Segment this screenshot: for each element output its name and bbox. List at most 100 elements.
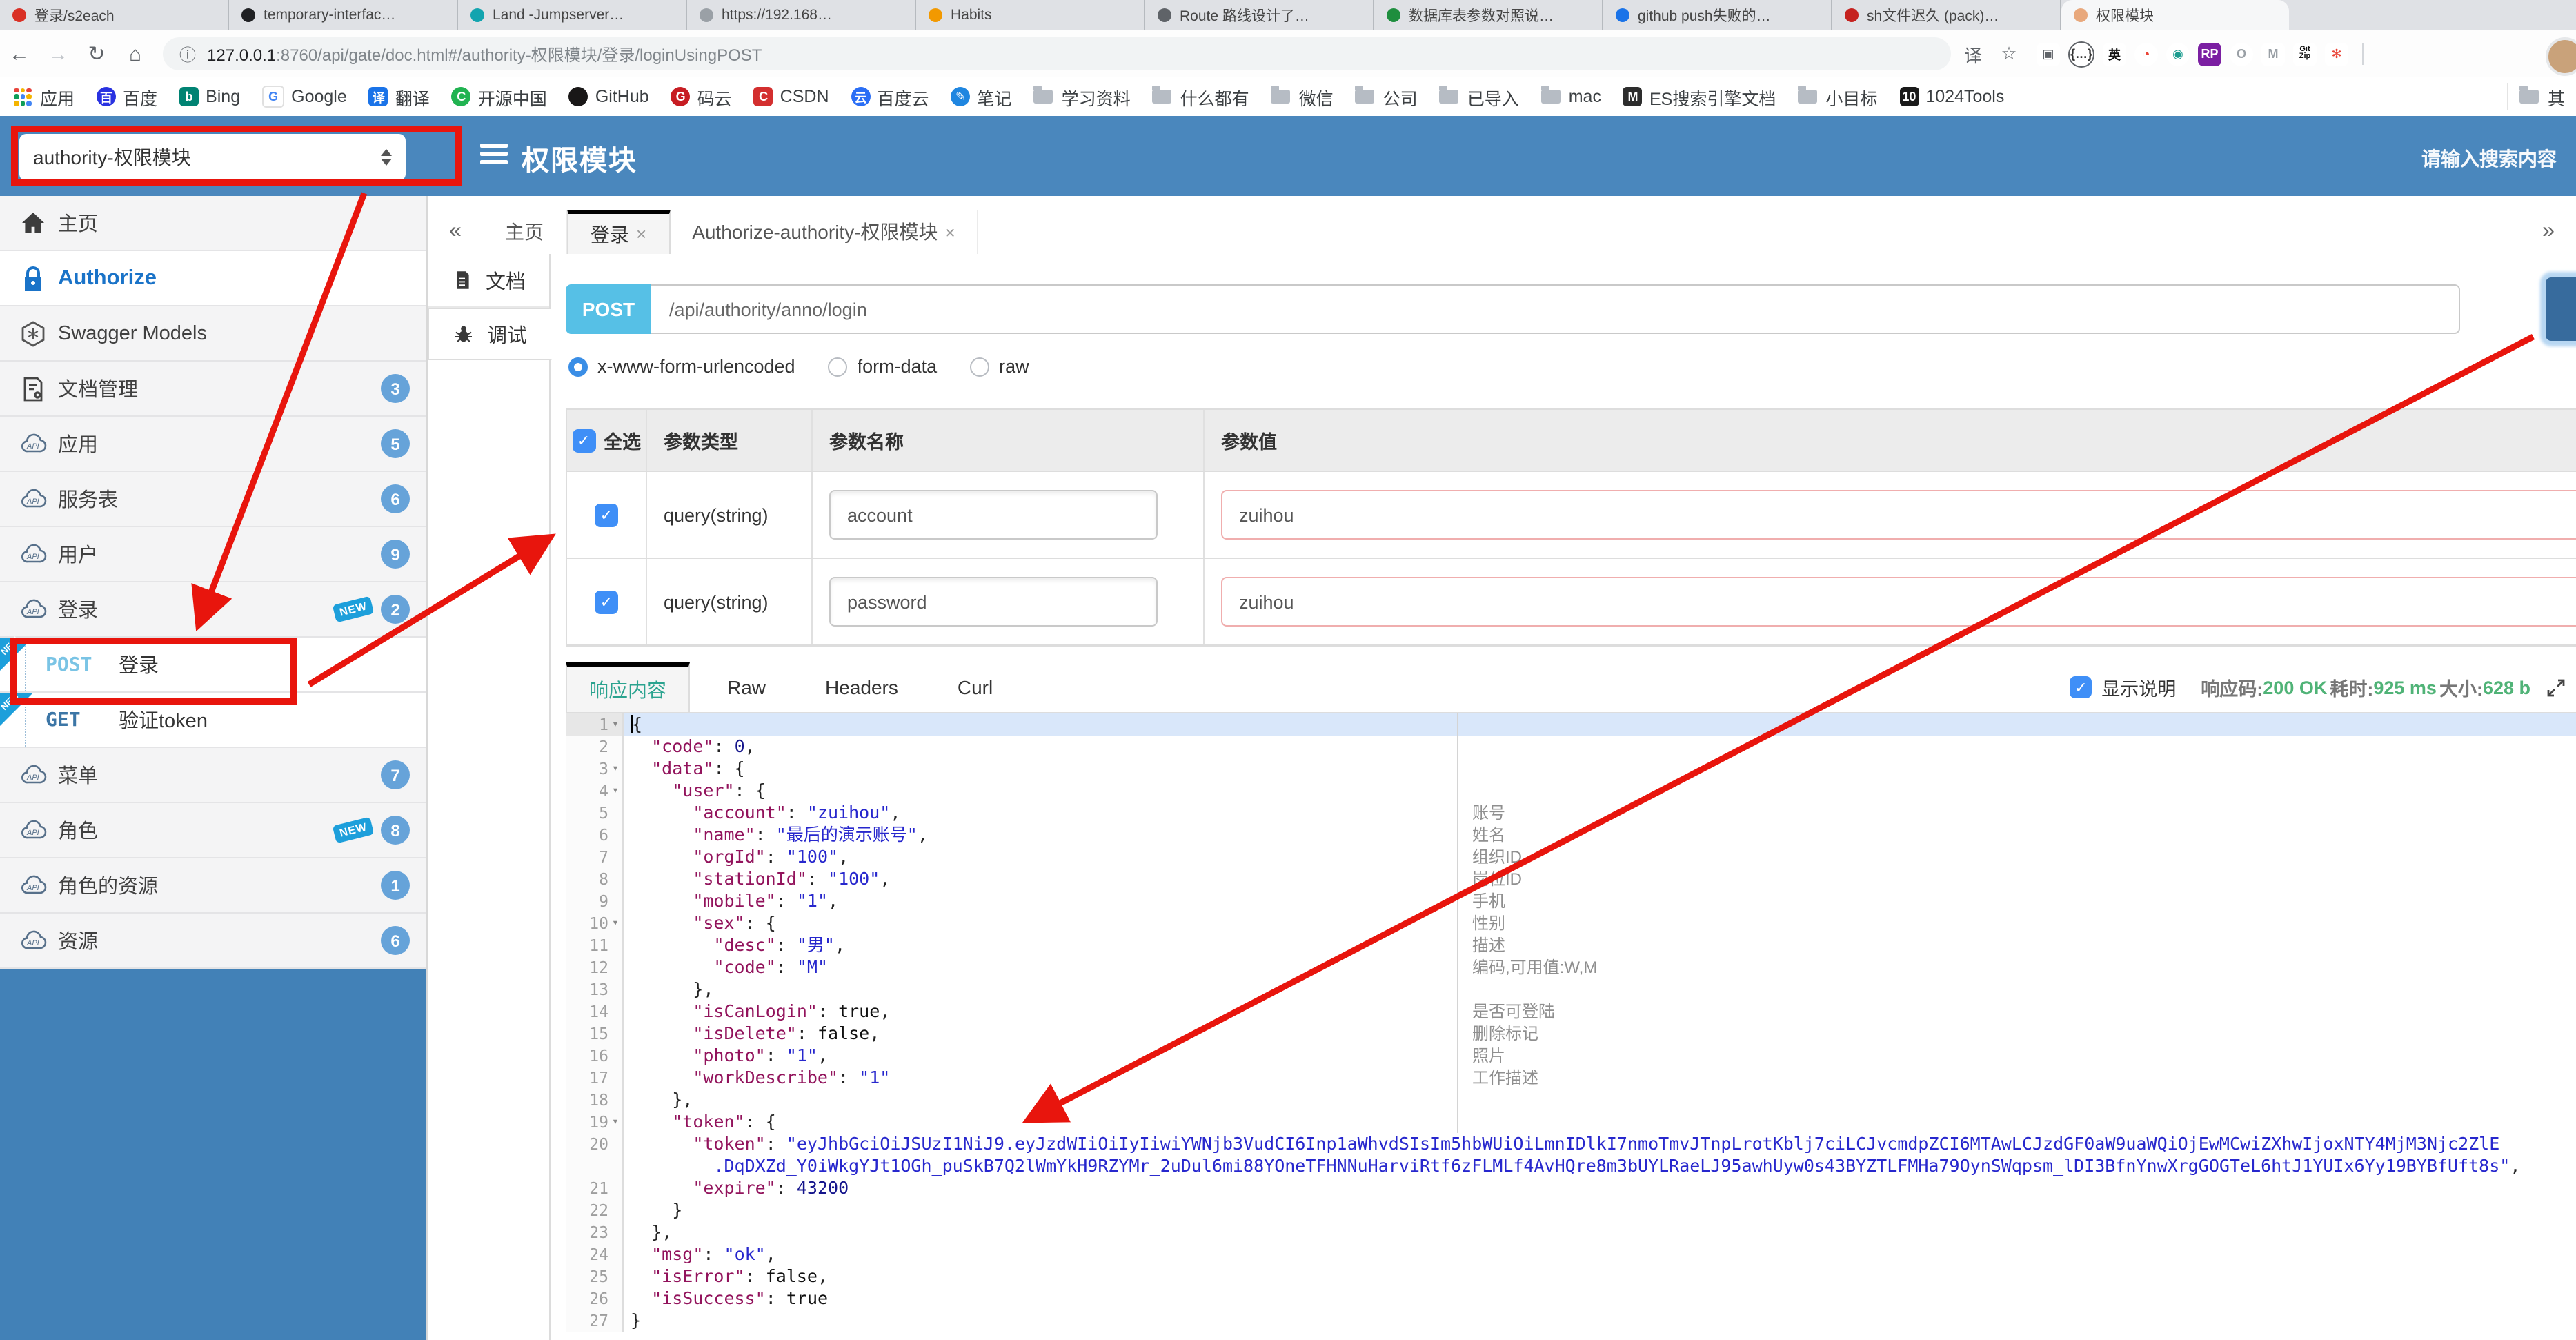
tab-debug[interactable]: 调试 xyxy=(428,308,552,360)
back-icon[interactable]: ← xyxy=(0,42,39,66)
sidebar-item-doc-manage[interactable]: 文档管理 3 xyxy=(0,362,426,417)
sidebar-item-swagger-models[interactable]: Swagger Models xyxy=(0,306,426,362)
bookmark-item[interactable]: M ES搜索引擎文档 xyxy=(1623,83,1776,110)
bookmark-item[interactable]: mac xyxy=(1540,86,1601,106)
sidebar-item-user[interactable]: API 用户 9 xyxy=(0,527,426,582)
extension-icon[interactable]: {…} xyxy=(2068,41,2094,67)
param-name-input[interactable]: account xyxy=(829,490,1158,540)
bookmark-star-icon[interactable]: ☆ xyxy=(1995,43,2023,65)
response-tab[interactable]: Raw xyxy=(705,662,788,712)
browser-tab[interactable]: Habits xyxy=(916,0,1145,30)
response-editor[interactable]: 1 ▾{2 "code": 0, 3 ▾ "data": {4 ▾ "user": {5… xyxy=(566,712,2576,1340)
browser-tab[interactable]: temporary-interfac… xyxy=(229,0,458,30)
tab-authorize[interactable]: Authorize-authority-权限模块 × xyxy=(670,210,979,254)
bookmark-item[interactable]: 微信 xyxy=(1271,83,1334,110)
request-path-input[interactable]: /api/authority/anno/login xyxy=(651,284,2460,334)
browser-tab[interactable]: 权限模块 xyxy=(2061,0,2289,30)
extension-icon[interactable]: M xyxy=(2261,42,2285,66)
sidebar-item-verify-token[interactable]: NEW GET 验证token xyxy=(0,691,426,748)
sidebar-item-menu[interactable]: API 菜单 7 xyxy=(0,748,426,803)
other-bookmarks[interactable]: 其 xyxy=(2507,83,2576,110)
bookmark-item[interactable]: 百百度 xyxy=(97,83,157,110)
extension-icon[interactable]: ◉ xyxy=(2166,42,2190,66)
collapse-tabs-icon[interactable]: « xyxy=(428,210,483,254)
bookmark-item[interactable]: C CSDN xyxy=(753,87,829,106)
sidebar-item-resource[interactable]: API 资源 6 xyxy=(0,914,426,969)
search-input[interactable]: 请输入搜索内容 xyxy=(2421,145,2557,173)
param-name-input[interactable]: password xyxy=(829,577,1158,627)
fold-arrow-icon[interactable]: ▾ xyxy=(608,758,622,780)
fold-arrow-icon[interactable]: ▾ xyxy=(608,780,622,802)
bookmark-label: GitHub xyxy=(595,87,649,106)
response-tab[interactable]: 响应内容 xyxy=(566,662,690,712)
response-tab[interactable]: Curl xyxy=(935,662,1015,712)
browser-tab[interactable]: Land -Jumpserver… xyxy=(458,0,687,30)
extension-icon[interactable]: O xyxy=(2230,42,2253,66)
sidebar-item-service[interactable]: API 服务表 6 xyxy=(0,472,426,527)
bookmark-item[interactable]: 学习资料 xyxy=(1033,83,1131,110)
info-icon[interactable]: ⓘ xyxy=(179,42,196,66)
row-checkbox[interactable]: ✓ xyxy=(595,590,618,613)
bookmark-item[interactable]: 译翻译 xyxy=(368,83,430,110)
fold-arrow-icon[interactable]: ▾ xyxy=(608,912,622,934)
bookmark-item[interactable]: 应用 xyxy=(14,83,75,110)
bookmark-item[interactable]: 已导入 xyxy=(1439,83,1519,110)
forward-icon[interactable]: → xyxy=(39,42,77,66)
bookmark-item[interactable]: G Google xyxy=(262,86,347,108)
bookmark-item[interactable]: ✎ 笔记 xyxy=(951,83,1012,110)
sidebar-item-login-group[interactable]: API 登录 NEW 2 xyxy=(0,582,426,638)
tab-home[interactable]: 主页 xyxy=(483,210,567,254)
browser-tab[interactable]: 登录/s2each xyxy=(0,0,229,30)
url-bar[interactable]: ⓘ 127.0.0.1:8760/api/gate/doc.html#/auth… xyxy=(163,37,1951,70)
browser-tab[interactable]: sh文件迟久 (pack)… xyxy=(1832,0,2061,30)
sidebar-item-role-resource[interactable]: API 角色的资源 1 xyxy=(0,858,426,914)
body-type-radio[interactable]: raw xyxy=(970,356,1029,377)
extension-icon[interactable]: Git Zip xyxy=(2293,42,2317,66)
bookmark-item[interactable]: 什么都有 xyxy=(1152,83,1249,110)
expand-tabs-icon[interactable]: » xyxy=(2521,210,2576,254)
reload-icon[interactable]: ↻ xyxy=(77,41,116,66)
select-all-checkbox[interactable]: ✓ xyxy=(572,428,595,452)
bookmark-item[interactable]: 云百度云 xyxy=(851,83,929,110)
sidebar-item-login-post[interactable]: NEW POST 登录 xyxy=(0,635,426,693)
sidebar-item-role[interactable]: API 角色 NEW 8 xyxy=(0,803,426,858)
fullscreen-icon[interactable] xyxy=(2547,678,2565,696)
extension-icon[interactable]: ▣ xyxy=(2037,42,2060,66)
browser-tab[interactable]: github push失败的… xyxy=(1603,0,1832,30)
extension-icon[interactable]: ✻ xyxy=(2325,42,2348,66)
bookmark-item[interactable]: 10 1024Tools xyxy=(1899,87,2004,106)
close-tab-icon[interactable]: × xyxy=(945,221,955,242)
sidebar-item-home[interactable]: 主页 xyxy=(0,196,426,251)
menu-icon[interactable] xyxy=(480,144,508,168)
param-value-input[interactable]: zuihou xyxy=(1221,577,2576,627)
body-type-radio[interactable]: form-data xyxy=(828,356,937,377)
sidebar-item-authorize[interactable]: Authorize xyxy=(0,251,426,306)
close-tab-icon[interactable]: × xyxy=(636,224,646,244)
browser-tab[interactable]: 数据库表参数对照说… xyxy=(1374,0,1603,30)
home-icon[interactable]: ⌂ xyxy=(116,42,155,66)
row-checkbox[interactable]: ✓ xyxy=(595,503,618,526)
browser-tab[interactable]: https://192.168… xyxy=(687,0,916,30)
tab-document[interactable]: 文档 xyxy=(428,254,549,308)
param-value-input[interactable]: zuihou xyxy=(1221,490,2576,540)
bookmark-item[interactable]: 公司 xyxy=(1355,83,1418,110)
bookmark-item[interactable]: GitHub xyxy=(568,87,649,106)
bookmark-item[interactable]: b Bing xyxy=(179,87,240,106)
sidebar-item-app[interactable]: API 应用 5 xyxy=(0,417,426,472)
response-tab[interactable]: Headers xyxy=(803,662,920,712)
extension-icon[interactable]: ◔ xyxy=(2134,42,2158,66)
browser-tab[interactable]: Route 路线设计了… xyxy=(1145,0,1374,30)
bookmark-item[interactable]: C 开源中国 xyxy=(451,83,547,110)
fold-arrow-icon[interactable]: ▾ xyxy=(608,713,622,736)
send-button[interactable]: 发送 xyxy=(2546,277,2576,341)
extension-icon[interactable]: 英 xyxy=(2103,42,2126,66)
bookmark-item[interactable]: G 码云 xyxy=(671,83,732,110)
show-desc-checkbox[interactable]: ✓ xyxy=(2070,676,2092,698)
translate-icon[interactable]: 译 xyxy=(1959,41,1987,67)
body-type-radio[interactable]: x-www-form-urlencoded xyxy=(568,356,795,377)
extension-icon[interactable]: RP xyxy=(2198,42,2221,66)
module-select[interactable]: authority-权限模块 xyxy=(19,134,406,181)
bookmark-item[interactable]: 小目标 xyxy=(1798,83,1877,110)
fold-arrow-icon[interactable]: ▾ xyxy=(608,1111,622,1133)
tab-login[interactable]: 登录 × xyxy=(567,210,671,254)
